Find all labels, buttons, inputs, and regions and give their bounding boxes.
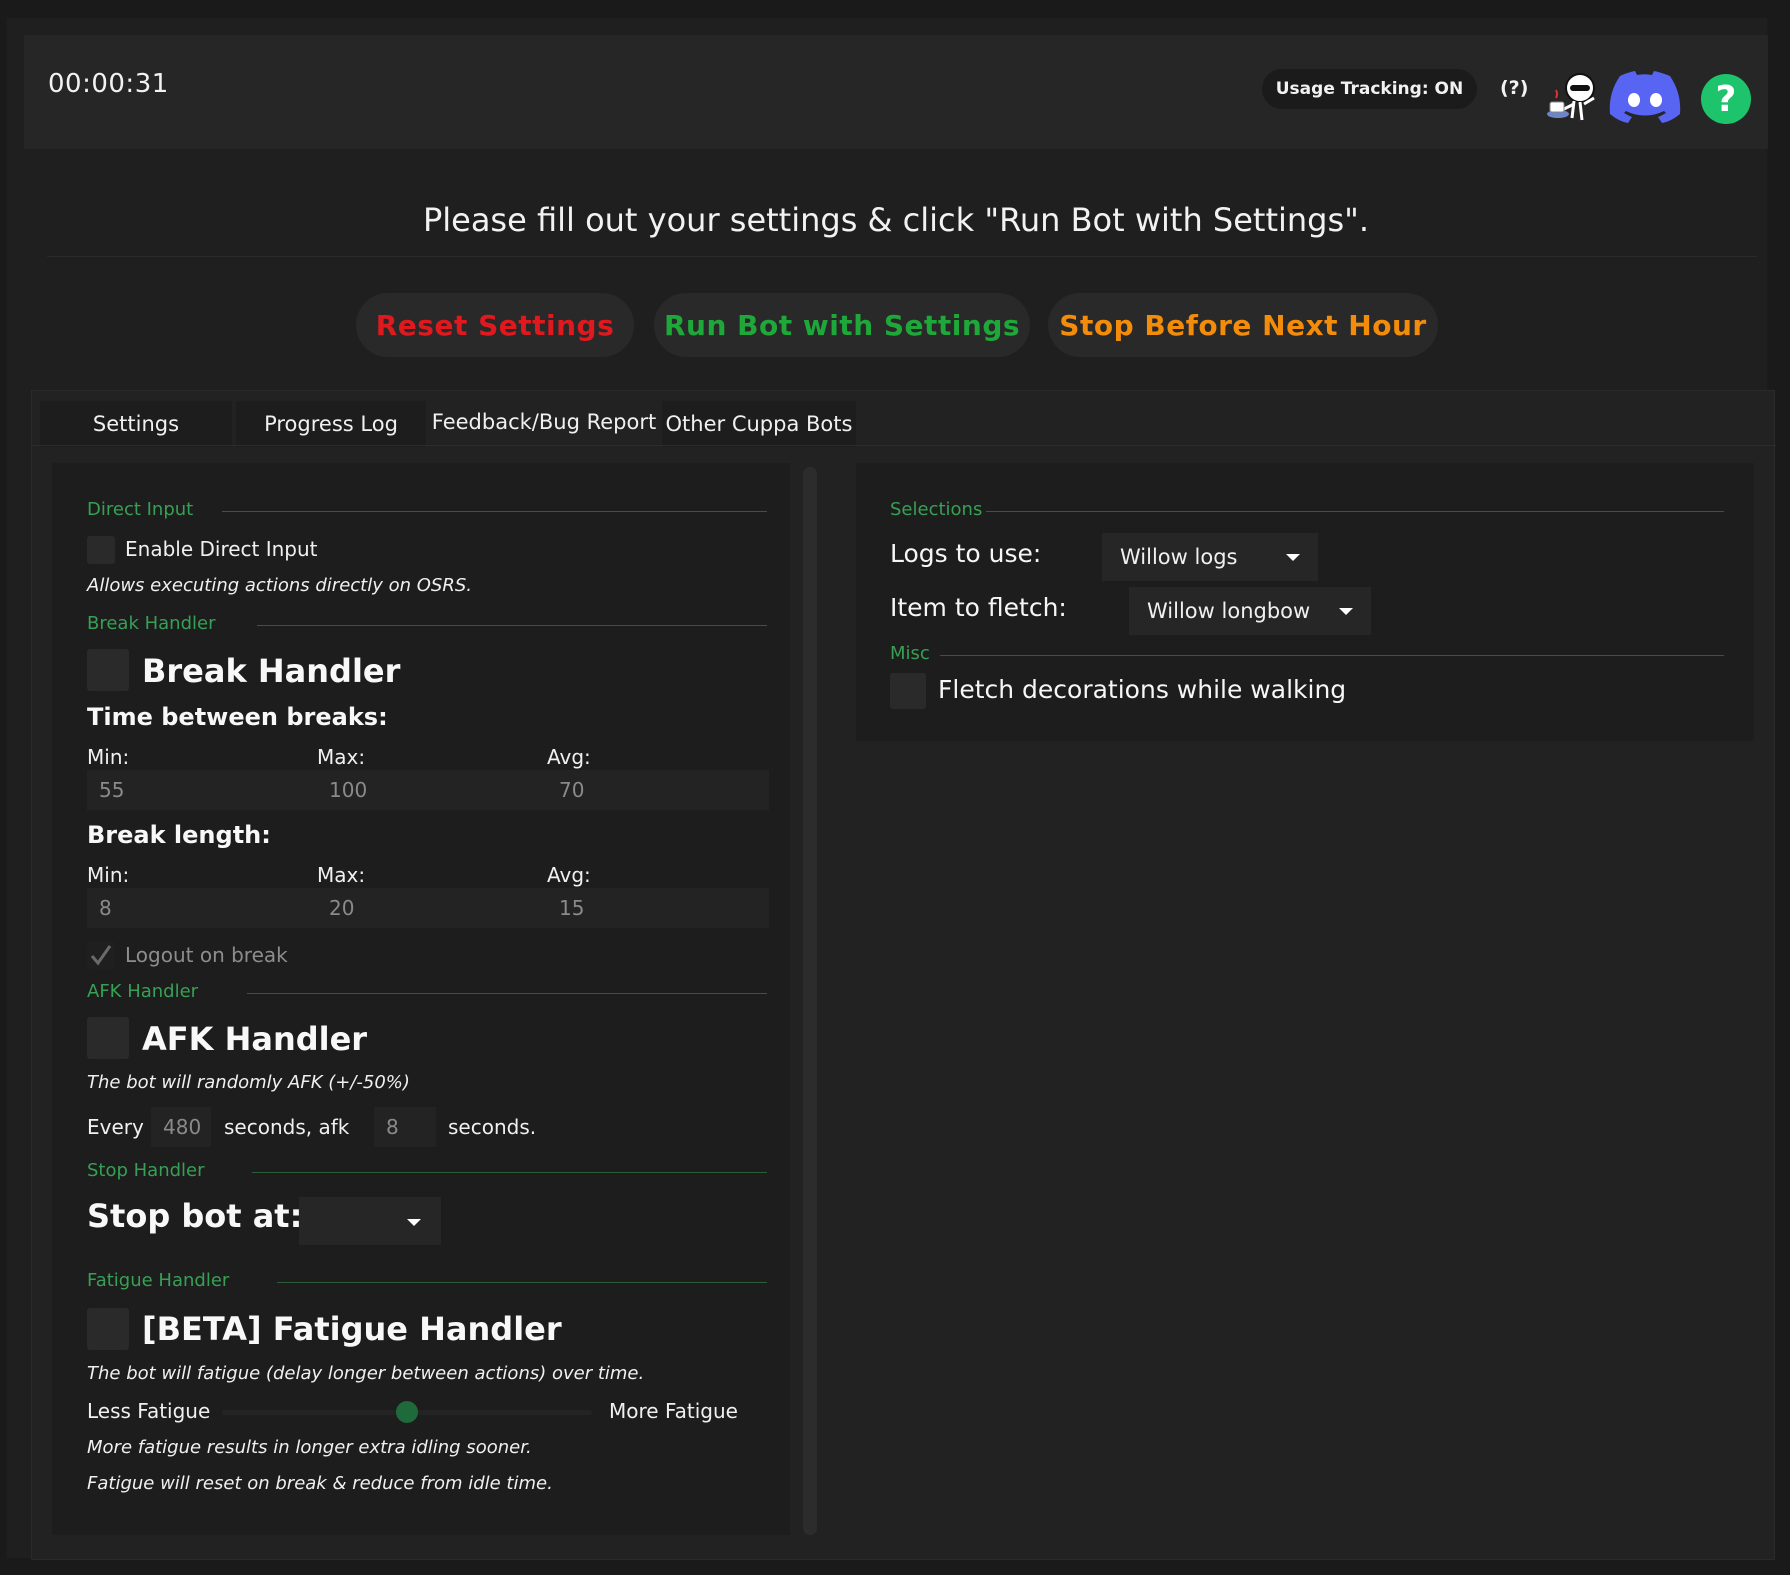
instruction-text: Please fill out your settings & click "R… xyxy=(422,201,1370,239)
afk-seconds-afk-label: seconds, afk xyxy=(224,1115,350,1139)
logout-on-break-label: Logout on break xyxy=(125,943,288,967)
stop-before-next-hour-button[interactable]: Stop Before Next Hour xyxy=(1048,293,1438,357)
stop-bot-at-dropdown[interactable] xyxy=(299,1197,441,1245)
length-avg-input[interactable]: 15 xyxy=(547,888,769,928)
tab-underline xyxy=(32,445,1776,446)
length-avg-label: Avg: xyxy=(547,863,591,887)
logs-to-use-label: Logs to use: xyxy=(890,539,1042,568)
logs-to-use-value: Willow logs xyxy=(1120,545,1238,569)
break-handler-title: Break Handler xyxy=(142,652,401,690)
group-title-stop-handler: Stop Handler xyxy=(87,1160,205,1181)
group-title-direct-input: Direct Input xyxy=(87,499,194,520)
group-divider xyxy=(222,511,767,512)
group-divider xyxy=(277,1282,767,1283)
tab-progress-log[interactable]: Progress Log xyxy=(236,401,426,447)
less-fatigue-label: Less Fatigue xyxy=(87,1399,211,1423)
left-panel-scrollbar[interactable] xyxy=(803,467,817,1535)
between-max-label: Max: xyxy=(317,745,366,769)
tab-feedback-bug-report[interactable]: Feedback/Bug Report xyxy=(430,399,658,445)
direct-input-description: Allows executing actions directly on OSR… xyxy=(87,575,472,596)
more-fatigue-label: More Fatigue xyxy=(609,1399,738,1423)
chevron-down-icon xyxy=(1286,554,1300,561)
group-divider xyxy=(940,655,1724,656)
discord-icon[interactable] xyxy=(1609,71,1681,127)
top-bar: 00:00:31 Usage Tracking: ON (?) ? xyxy=(24,35,1768,149)
tab-settings[interactable]: Settings xyxy=(40,401,232,447)
checkmark-icon xyxy=(90,945,112,966)
logout-on-break-checkbox[interactable] xyxy=(87,941,115,969)
stop-bot-at-label: Stop bot at: xyxy=(87,1197,303,1235)
between-max-input[interactable]: 100 xyxy=(317,770,547,810)
group-title-afk-handler: AFK Handler xyxy=(87,981,199,1002)
settings-right-panel: Selections Logs to use: Willow logs Item… xyxy=(856,463,1754,741)
between-avg-input[interactable]: 70 xyxy=(547,770,769,810)
break-handler-checkbox[interactable] xyxy=(87,649,129,691)
afk-duration-input[interactable]: 8 xyxy=(374,1107,436,1147)
settings-left-panel[interactable]: Direct Input Enable Direct Input Allows … xyxy=(52,463,790,1535)
fletch-decorations-checkbox[interactable] xyxy=(890,673,926,709)
fatigue-handler-title: [BETA] Fatigue Handler xyxy=(142,1310,562,1348)
between-avg-label: Avg: xyxy=(547,745,591,769)
chevron-down-icon xyxy=(1339,608,1353,615)
between-min-input[interactable]: 55 xyxy=(87,770,317,810)
length-max-label: Max: xyxy=(317,863,366,887)
afk-handler-title: AFK Handler xyxy=(142,1020,368,1058)
length-min-label: Min: xyxy=(87,863,130,887)
usage-help-link[interactable]: (?) xyxy=(1500,77,1528,99)
group-divider xyxy=(257,625,767,626)
fletch-decorations-label: Fletch decorations while walking xyxy=(938,675,1347,704)
cuppa-mascot-icon[interactable] xyxy=(1544,68,1602,126)
reset-settings-button[interactable]: Reset Settings xyxy=(356,293,634,357)
enable-direct-input-checkbox[interactable] xyxy=(87,536,115,564)
run-bot-button[interactable]: Run Bot with Settings xyxy=(654,293,1030,357)
item-to-fletch-label: Item to fletch: xyxy=(890,593,1067,622)
fatigue-note-2: Fatigue will reset on break & reduce fro… xyxy=(87,1473,553,1494)
fatigue-note-1: More fatigue results in longer extra idl… xyxy=(87,1437,532,1458)
tab-container: Settings Progress Log Feedback/Bug Repor… xyxy=(31,390,1776,1560)
afk-every-label: Every xyxy=(87,1115,144,1139)
group-divider xyxy=(986,511,1724,512)
length-min-input[interactable]: 8 xyxy=(87,888,317,928)
divider xyxy=(47,256,1757,257)
group-title-break-handler: Break Handler xyxy=(87,613,216,634)
group-title-fatigue-handler: Fatigue Handler xyxy=(87,1270,230,1291)
enable-direct-input-label: Enable Direct Input xyxy=(125,537,318,561)
length-max-input[interactable]: 20 xyxy=(317,888,547,928)
group-divider xyxy=(252,1172,767,1173)
app-window: 00:00:31 Usage Tracking: ON (?) ? Please… xyxy=(6,17,1776,1560)
usage-tracking-button[interactable]: Usage Tracking: ON xyxy=(1262,69,1477,109)
runtime-timer: 00:00:31 xyxy=(48,69,169,99)
chevron-down-icon xyxy=(407,1219,421,1226)
afk-every-input[interactable]: 480 xyxy=(151,1107,211,1147)
group-title-misc: Misc xyxy=(890,643,930,664)
fatigue-handler-description: The bot will fatigue (delay longer betwe… xyxy=(87,1363,645,1384)
afk-seconds-label: seconds. xyxy=(448,1115,537,1139)
item-to-fletch-dropdown[interactable]: Willow longbow xyxy=(1129,587,1371,635)
svg-text:?: ? xyxy=(1716,79,1737,120)
afk-handler-checkbox[interactable] xyxy=(87,1017,129,1059)
break-length-label: Break length: xyxy=(87,821,271,849)
between-min-label: Min: xyxy=(87,745,130,769)
afk-handler-description: The bot will randomly AFK (+/-50%) xyxy=(87,1072,410,1093)
time-between-breaks-label: Time between breaks: xyxy=(87,703,388,731)
group-title-selections: Selections xyxy=(890,499,983,520)
group-divider xyxy=(247,993,767,994)
logs-to-use-dropdown[interactable]: Willow logs xyxy=(1102,533,1318,581)
tab-other-cuppa-bots[interactable]: Other Cuppa Bots xyxy=(662,401,856,447)
fatigue-handler-checkbox[interactable] xyxy=(87,1308,129,1350)
help-icon[interactable]: ? xyxy=(1700,73,1752,125)
item-to-fletch-value: Willow longbow xyxy=(1147,599,1311,623)
fatigue-slider-handle[interactable] xyxy=(396,1401,418,1423)
